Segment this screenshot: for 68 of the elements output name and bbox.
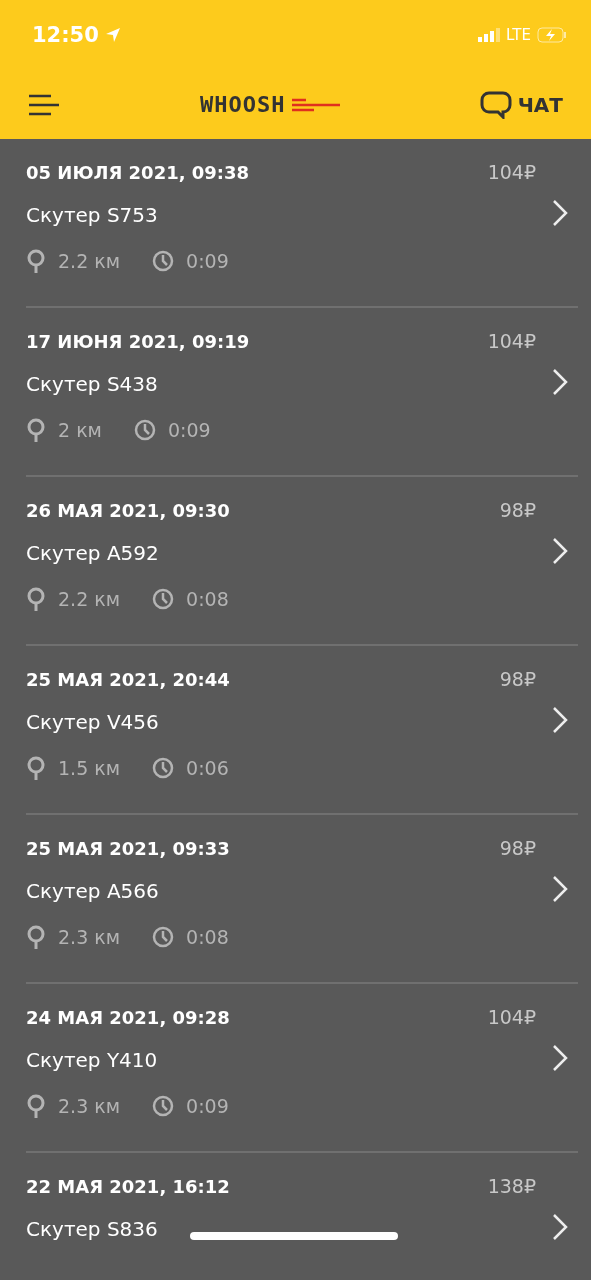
ride-date: 25 МАЯ 2021, 20:44 <box>26 668 230 690</box>
signal-icon <box>478 28 501 42</box>
pin-icon <box>26 587 46 611</box>
ride-duration: 0:09 <box>167 419 211 441</box>
scooter-name: Скутер A592 <box>26 541 159 565</box>
battery-charging-icon <box>537 27 567 43</box>
chevron-right-icon <box>552 1213 568 1241</box>
ride-price: 104₽ <box>487 161 536 183</box>
chat-bubble-icon <box>479 90 512 119</box>
chevron-right-icon <box>552 875 568 903</box>
ride-distance: 2.3 км <box>58 926 121 948</box>
clock-icon <box>133 419 156 441</box>
menu-icon[interactable] <box>28 93 60 116</box>
ride-price: 98₽ <box>499 499 536 521</box>
ride-distance: 1.5 км <box>58 757 121 779</box>
clock-icon <box>152 1095 175 1117</box>
ride-item[interactable]: 05 ИЮЛЯ 2021, 09:38 104₽ Скутер S753 2.2 км 0:09 <box>26 139 578 308</box>
pin-icon <box>26 756 46 780</box>
chevron-right-icon <box>552 368 568 396</box>
status-time: 12:50 <box>32 23 99 47</box>
ride-date: 17 ИЮНЯ 2021, 09:19 <box>26 330 250 352</box>
chat-button[interactable]: ЧАТ <box>479 90 563 119</box>
scooter-name: Скутер Y410 <box>26 1048 158 1072</box>
ride-price: 104₽ <box>487 330 536 352</box>
ride-item[interactable]: 17 ИЮНЯ 2021, 09:19 104₽ Скутер S438 2 км 0:09 <box>26 308 578 477</box>
chevron-right-icon <box>552 706 568 734</box>
ride-duration: 0:08 <box>186 588 229 610</box>
ride-date: 26 МАЯ 2021, 09:30 <box>26 499 230 521</box>
chevron-right-icon <box>552 1044 568 1072</box>
ride-date: 24 МАЯ 2021, 09:28 <box>26 1006 230 1028</box>
ride-date: 05 ИЮЛЯ 2021, 09:38 <box>26 161 250 183</box>
ride-duration: 0:08 <box>186 926 229 948</box>
ride-duration: 0:09 <box>186 250 229 272</box>
clock-icon <box>152 588 175 610</box>
ride-item[interactable]: 25 МАЯ 2021, 20:44 98₽ Скутер V456 1.5 км 0:06 <box>26 646 578 815</box>
clock-icon <box>152 250 175 272</box>
clock-icon <box>152 757 175 779</box>
logo-text: WHOOSH <box>200 92 286 117</box>
pin-icon <box>26 1094 46 1118</box>
network-label: LTE <box>506 26 531 44</box>
chevron-right-icon <box>552 199 568 227</box>
ride-item[interactable]: 26 МАЯ 2021, 09:30 98₽ Скутер A592 2.2 км 0:08 <box>26 477 578 646</box>
scooter-name: Скутер S438 <box>26 372 158 396</box>
ride-duration: 0:09 <box>186 1095 229 1117</box>
location-arrow-icon <box>104 27 121 43</box>
scooter-name: Скутер V456 <box>26 710 159 734</box>
ride-price: 104₽ <box>487 1006 536 1028</box>
pin-icon <box>26 249 46 273</box>
ride-item[interactable]: 24 МАЯ 2021, 09:28 104₽ Скутер Y410 2.3 км 0:09 <box>26 984 578 1153</box>
ride-date: 22 МАЯ 2021, 16:12 <box>26 1175 230 1197</box>
scooter-name: Скутер S836 <box>26 1217 158 1241</box>
ride-duration: 0:06 <box>186 757 229 779</box>
speed-lines-icon <box>291 97 340 112</box>
ride-price: 98₽ <box>499 837 536 859</box>
ride-item[interactable]: 25 МАЯ 2021, 09:33 98₽ Скутер A566 2.3 км 0:08 <box>26 815 578 984</box>
pin-icon <box>26 418 46 442</box>
ride-price: 98₽ <box>499 668 536 690</box>
ride-distance: 2.2 км <box>58 588 121 610</box>
chevron-right-icon <box>552 537 568 565</box>
ride-distance: 2.2 км <box>58 250 121 272</box>
scooter-name: Скутер A566 <box>26 879 159 903</box>
scooter-name: Скутер S753 <box>26 203 158 227</box>
ride-price: 138₽ <box>487 1175 536 1197</box>
pin-icon <box>26 925 46 949</box>
ride-distance: 2 км <box>58 419 102 441</box>
ride-distance: 2.3 км <box>58 1095 121 1117</box>
ride-date: 25 МАЯ 2021, 09:33 <box>26 837 230 859</box>
clock-icon <box>152 926 175 948</box>
